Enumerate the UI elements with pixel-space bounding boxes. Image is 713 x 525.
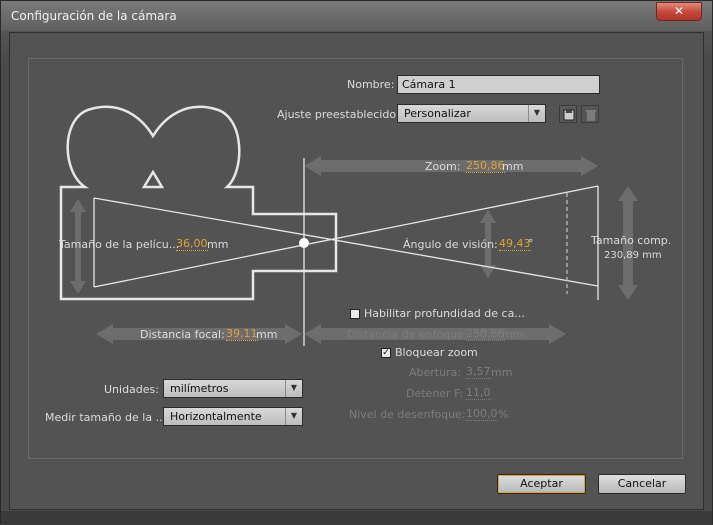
measure-value: Horizontalmente <box>170 410 262 423</box>
preset-label: Ajuste preestablecido: <box>277 108 400 121</box>
blur-level-label: Nivel de desenfoque: <box>349 408 466 421</box>
camera-outline <box>59 105 338 301</box>
camera-settings-dialog: Configuración de la cámara ✕ Nombre: Cám… <box>0 0 713 524</box>
focal-distance-value[interactable]: 39,11 <box>226 328 258 341</box>
fstop-value: 11,0 <box>466 386 491 400</box>
save-icon <box>563 109 575 121</box>
units-value: milímetros <box>170 382 229 395</box>
focus-distance-label: Distancia de enfoque: <box>347 328 468 341</box>
chevron-down-icon: ▼ <box>285 408 302 425</box>
aperture-value: 3,57 <box>466 365 491 379</box>
chevron-down-icon: ▼ <box>528 105 545 122</box>
units-select[interactable]: milímetros ▼ <box>163 379 303 398</box>
delete-preset-button[interactable] <box>581 105 599 123</box>
save-preset-button[interactable] <box>559 105 577 123</box>
focal-distance-unit: mm <box>256 328 278 341</box>
chevron-down-icon: ▼ <box>285 380 302 397</box>
preset-select[interactable]: Personalizar ▼ <box>397 104 546 123</box>
film-size-value[interactable]: 36,00 <box>176 238 208 251</box>
blur-level-value: 100,0 <box>466 407 498 421</box>
measure-select[interactable]: Horizontalmente ▼ <box>163 407 303 426</box>
angle-value[interactable]: 49,43 <box>499 238 531 251</box>
fstop-label: Detener F: <box>406 387 464 400</box>
film-size-label: Tamaño de la pelícu... <box>59 238 180 251</box>
focus-distance-unit: mm <box>502 328 524 341</box>
name-input[interactable] <box>397 75 600 94</box>
zoom-label: Zoom: <box>425 160 461 173</box>
cancel-button[interactable]: Cancelar <box>598 474 686 494</box>
blur-level-unit: % <box>498 408 509 421</box>
aperture-label: Abertura: <box>409 366 462 379</box>
dof-label[interactable]: Habilitar profundidad de ca... <box>364 307 525 320</box>
lock-zoom-label[interactable]: Bloquear zoom <box>395 346 478 359</box>
film-size-unit: mm <box>207 238 229 251</box>
units-label: Unidades: <box>104 383 159 396</box>
aperture-unit: mm <box>491 366 513 379</box>
preset-value: Personalizar <box>404 107 471 120</box>
angle-unit: ° <box>528 237 534 250</box>
focal-distance-label: Distancia focal: <box>140 328 225 341</box>
trash-icon <box>586 110 596 121</box>
comp-size-value: 230,89 mm <box>604 250 662 261</box>
zoom-value[interactable]: 250,86 <box>466 160 505 173</box>
angle-label: Ángulo de visión: <box>403 238 498 251</box>
name-label: Nombre: <box>347 78 395 91</box>
dof-checkbox[interactable] <box>350 309 360 319</box>
background-app-strip <box>1 511 712 524</box>
lens-point <box>299 238 309 248</box>
ok-button[interactable]: Aceptar <box>497 474 586 494</box>
zoom-unit: mm <box>502 160 524 173</box>
measure-label: Medir tamaño de la ... <box>45 411 167 424</box>
focus-distance-value: 250,86 <box>466 327 505 341</box>
lock-zoom-checkbox[interactable]: ✓ <box>381 348 391 358</box>
comp-size-label: Tamaño comp. <box>591 234 672 247</box>
